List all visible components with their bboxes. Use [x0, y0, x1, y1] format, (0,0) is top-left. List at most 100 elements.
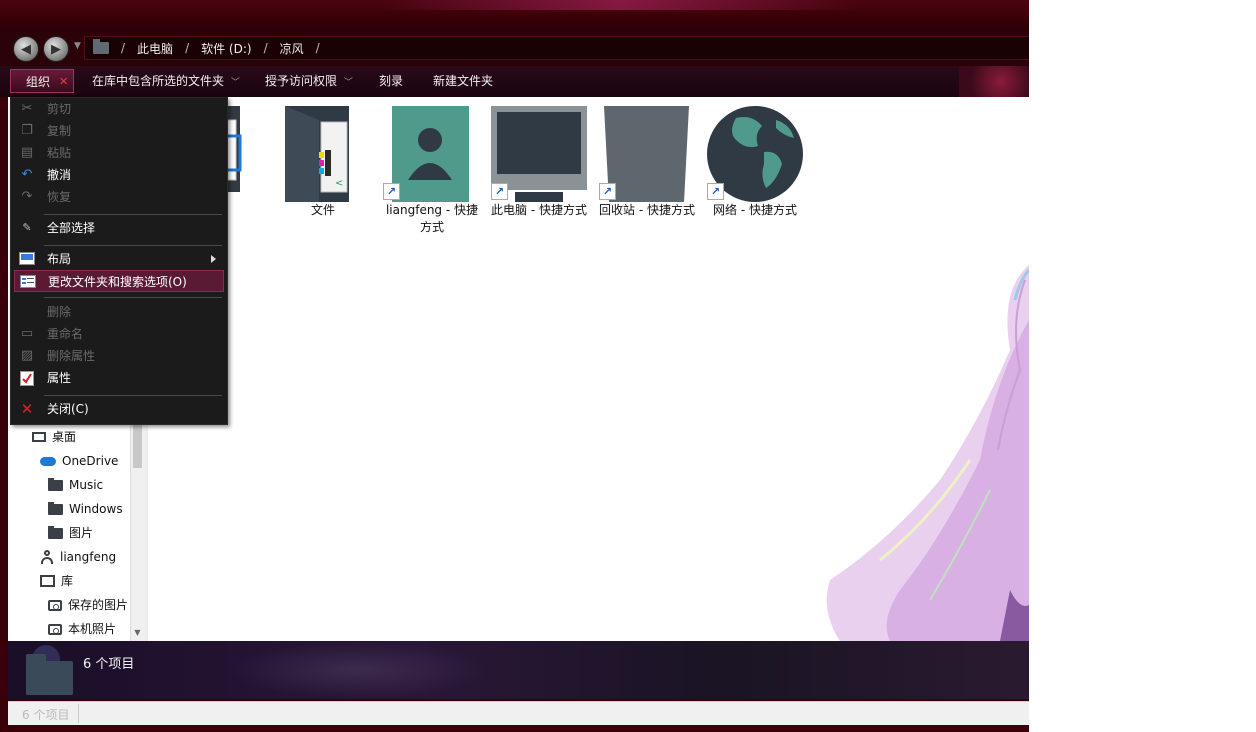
- organize-menu: ✂ 剪切 ❐ 复制 ▤ 粘贴 ↶ 撤消 ↷ 恢复 ✎ 全部选择 布局 更改文件夹…: [10, 97, 228, 425]
- folder-icon: [48, 501, 63, 515]
- menu-separator: [44, 245, 222, 246]
- menu-item-delete[interactable]: 删除: [14, 301, 224, 323]
- command-bar: 组织 ✕ 在库中包含所选的文件夹 ﹀ 授予访问权限 ﹀ 刻录 新建文件夹: [0, 66, 1029, 97]
- chevron-down-icon: ﹀: [230, 78, 240, 88]
- camera-icon: [48, 623, 62, 635]
- menu-item-copy[interactable]: ❐ 复制: [14, 120, 224, 142]
- breadcrumb-separator: /: [315, 41, 320, 55]
- nav-label: OneDrive: [62, 454, 119, 468]
- clipboard-icon: ▤: [20, 145, 34, 160]
- undo-icon: ↶: [21, 167, 33, 182]
- folder-icon: [48, 477, 63, 491]
- menu-item-redo[interactable]: ↷ 恢复: [14, 186, 224, 208]
- redo-icon: ↷: [21, 189, 33, 204]
- menu-item-folder-options[interactable]: 更改文件夹和搜索选项(O): [14, 270, 224, 292]
- cloud-icon: [40, 456, 56, 466]
- organize-button[interactable]: 组织 ✕: [10, 69, 74, 93]
- menu-separator: [44, 297, 222, 298]
- organize-label: 组织: [26, 75, 51, 89]
- menu-item-close[interactable]: ✕ 关闭(C): [14, 398, 224, 420]
- menu-item-properties[interactable]: 属性: [14, 367, 224, 389]
- nav-label: 本机照片: [68, 622, 117, 636]
- nav-item-windows[interactable]: Windows: [48, 498, 123, 520]
- menu-separator: [44, 395, 222, 396]
- copy-icon: ❐: [21, 123, 33, 138]
- shortcut-arrow-icon: ↗: [491, 183, 508, 200]
- nav-label: Music: [69, 478, 104, 492]
- nav-label: Windows: [69, 502, 123, 516]
- folder-icon: [26, 654, 73, 695]
- scissors-icon: ✂: [21, 101, 33, 116]
- file-item-recycle-bin-shortcut[interactable]: [604, 106, 690, 202]
- wallpaper-character-art: [820, 260, 1029, 641]
- nav-label: 桌面: [52, 430, 77, 444]
- breadcrumb-this-pc[interactable]: 此电脑: [137, 40, 173, 57]
- pin-icon: ✎: [22, 221, 32, 234]
- breadcrumb-separator: /: [185, 41, 190, 55]
- nav-item-camera-roll[interactable]: 本机照片: [48, 618, 116, 640]
- scroll-down-arrow[interactable]: ▼: [132, 628, 143, 639]
- menu-item-layout[interactable]: 布局: [14, 248, 224, 270]
- nav-item-pictures[interactable]: 图片: [48, 522, 93, 544]
- nav-label: 库: [61, 574, 74, 588]
- nav-label: 图片: [69, 526, 94, 540]
- burn-button[interactable]: 刻录: [379, 66, 403, 97]
- nav-item-music[interactable]: Music: [48, 474, 103, 496]
- layout-icon: [19, 252, 35, 266]
- recent-locations-dropdown[interactable]: ▼: [74, 41, 81, 51]
- file-label: 此电脑 - 快捷方式: [491, 203, 587, 217]
- nav-item-onedrive[interactable]: OneDrive: [40, 450, 118, 472]
- forward-arrow-icon: ▶: [51, 41, 61, 57]
- nav-item-library[interactable]: 库: [40, 570, 73, 592]
- item-count: 6 个项目: [83, 657, 135, 672]
- nav-item-desktop[interactable]: 桌面: [32, 426, 76, 448]
- shortcut-arrow-icon: ↗: [383, 183, 400, 200]
- file-label: liangfeng - 快捷方式: [385, 203, 479, 234]
- breadcrumb-separator: /: [121, 41, 126, 55]
- svg-text:<: <: [335, 178, 343, 189]
- menu-item-remove-properties[interactable]: ▨ 删除属性: [14, 345, 224, 367]
- nav-item-saved-pictures[interactable]: 保存的图片: [48, 594, 128, 616]
- nav-label: liangfeng: [60, 550, 117, 564]
- properties-icon: [19, 371, 35, 386]
- include-in-library-button[interactable]: 在库中包含所选的文件夹 ﹀: [92, 66, 240, 97]
- menu-item-paste[interactable]: ▤ 粘贴: [14, 142, 224, 164]
- menu-item-cut[interactable]: ✂ 剪切: [14, 98, 224, 120]
- file-label: 回收站 - 快捷方式: [599, 203, 695, 217]
- address-bar[interactable]: / 此电脑 / 软件 (D:) / 凉风 /: [84, 36, 1029, 60]
- back-arrow-icon: ◀: [21, 41, 31, 57]
- menu-item-select-all[interactable]: ✎ 全部选择: [14, 217, 224, 239]
- include-in-library-label: 在库中包含所选的文件夹: [92, 74, 225, 88]
- chevron-down-icon: ﹀: [343, 78, 353, 88]
- menu-separator: [44, 214, 222, 215]
- folder-icon: [93, 39, 109, 54]
- nav-item-user[interactable]: liangfeng: [40, 546, 116, 568]
- breadcrumb-liangfeng[interactable]: 凉风: [280, 40, 304, 57]
- library-icon: [40, 575, 55, 587]
- explorer-window: ◀ ▶ ▼ / 此电脑 / 软件 (D:) / 凉风 / 组织 ✕ 在库中包含所…: [0, 0, 1029, 732]
- file-label: 网络 - 快捷方式: [713, 203, 797, 217]
- shortcut-arrow-icon: ↗: [599, 183, 616, 200]
- menu-item-undo[interactable]: ↶ 撤消: [14, 164, 224, 186]
- rename-icon: ▭: [20, 326, 34, 341]
- title-bar: [0, 0, 1029, 32]
- new-folder-button[interactable]: 新建文件夹: [433, 66, 493, 97]
- nav-scrollbar[interactable]: ▼: [130, 418, 145, 641]
- grant-access-button[interactable]: 授予访问权限 ﹀: [265, 66, 353, 97]
- nav-scrollbar-thumb[interactable]: [133, 422, 142, 468]
- grant-access-label: 授予访问权限: [265, 74, 338, 88]
- file-label: 文件: [310, 203, 335, 217]
- menu-item-rename[interactable]: ▭ 重命名: [14, 323, 224, 345]
- back-button[interactable]: ◀: [13, 36, 39, 62]
- breadcrumb-drive-d[interactable]: 软件 (D:): [201, 40, 251, 57]
- remove-properties-icon: ▨: [20, 348, 34, 363]
- user-icon: [40, 550, 54, 564]
- status-bar: 6 个项目: [8, 701, 1029, 725]
- breadcrumb-separator: /: [263, 41, 268, 55]
- file-item-wenjian[interactable]: <: [285, 106, 355, 202]
- shortcut-arrow-icon: ↗: [707, 183, 724, 200]
- status-item-count: 6 个项目: [22, 708, 70, 722]
- file-item-liangfeng-shortcut[interactable]: [392, 106, 470, 202]
- forward-button[interactable]: ▶: [43, 36, 69, 62]
- camera-icon: [48, 599, 62, 611]
